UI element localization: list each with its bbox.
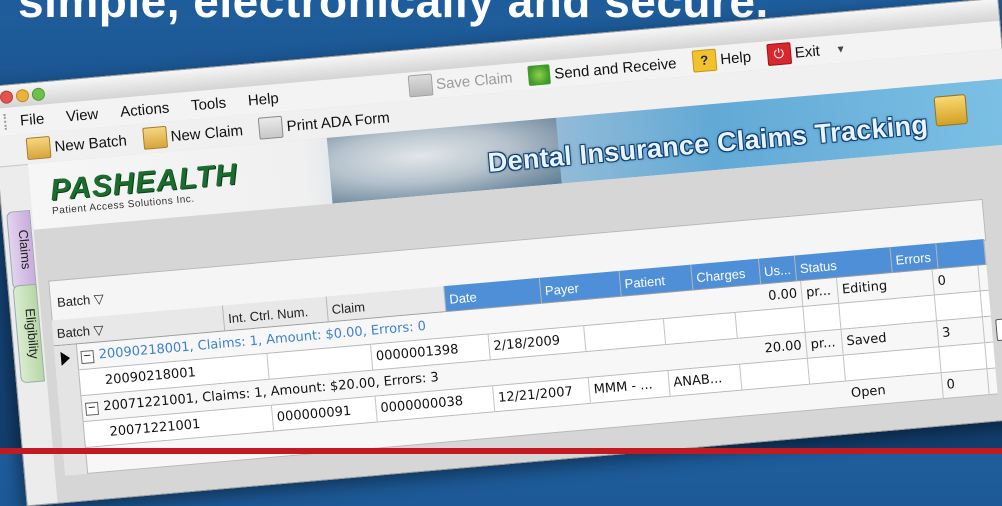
claim-folder-icon <box>141 125 168 150</box>
accent-strip <box>0 448 1002 454</box>
company-logo: PASHEALTH Patient Access Solutions Inc. <box>49 158 240 217</box>
toolbar-overflow-icon[interactable]: ▾ <box>837 41 844 55</box>
user-cell[interactable] <box>803 303 842 333</box>
collapse-icon[interactable]: − <box>84 401 100 416</box>
errors-cell[interactable] <box>939 343 988 374</box>
printer-icon <box>257 115 284 140</box>
row-gutter <box>53 344 80 373</box>
sort-icon: ▽ <box>92 322 105 338</box>
power-icon: ⏻ <box>765 42 792 67</box>
group-by-batch-chip[interactable]: Batch ▽ <box>56 291 104 311</box>
help-button[interactable]: ? Help <box>691 46 752 73</box>
new-batch-button[interactable]: New Batch <box>25 129 128 161</box>
app-window: File View Actions Tools Help Save Claim … <box>0 0 1002 506</box>
menu-view[interactable]: View <box>65 105 99 125</box>
floppy-disk-icon <box>407 73 434 98</box>
row-gutter <box>56 370 82 399</box>
close-window-button[interactable] <box>0 90 14 105</box>
column-header-user[interactable]: Us... <box>758 255 798 285</box>
errors-cell[interactable]: 0 <box>932 265 981 296</box>
claim-document-icon[interactable] <box>995 317 1002 342</box>
new-batch-label: New Batch <box>53 131 128 156</box>
print-ada-form-label: Print ADA Form <box>285 108 391 135</box>
menu-tools[interactable]: Tools <box>190 94 226 114</box>
minimize-window-button[interactable] <box>15 88 30 103</box>
menu-help[interactable]: Help <box>247 89 279 109</box>
new-claim-label: New Claim <box>169 121 244 145</box>
errors-cell[interactable]: 3 <box>937 317 986 348</box>
question-mark-icon: ? <box>691 48 718 73</box>
group-by-label: Batch <box>56 292 91 310</box>
sort-icon: ▽ <box>93 290 105 307</box>
user-cell[interactable] <box>807 355 847 385</box>
user-cell[interactable]: pr... <box>805 329 844 359</box>
errors-cell[interactable] <box>934 291 983 322</box>
menu-file[interactable]: File <box>19 110 45 129</box>
batch-folder-icon <box>25 135 52 161</box>
help-label: Help <box>719 48 752 68</box>
claims-folder-icon[interactable] <box>933 94 969 127</box>
user-cell[interactable]: pr... <box>801 277 840 307</box>
row-gutter <box>60 422 86 451</box>
column-header-errors[interactable]: Errors <box>890 243 939 274</box>
new-claim-button[interactable]: New Claim <box>141 119 244 150</box>
menu-actions[interactable]: Actions <box>119 99 169 120</box>
errors-cell[interactable]: 0 <box>941 369 990 400</box>
current-row-pointer-icon <box>60 351 71 366</box>
exit-button[interactable]: ⏻ Exit <box>765 40 821 67</box>
row-gutter <box>58 396 84 425</box>
maximize-window-button[interactable] <box>31 87 46 102</box>
collapse-icon[interactable]: − <box>80 349 95 365</box>
exit-label: Exit <box>794 42 821 62</box>
toolbar-grip[interactable] <box>3 113 11 130</box>
save-claim-label: Save Claim <box>435 68 514 93</box>
marketing-headline: simple, electronically and secure. <box>18 0 769 27</box>
sync-arrows-icon <box>527 64 552 86</box>
